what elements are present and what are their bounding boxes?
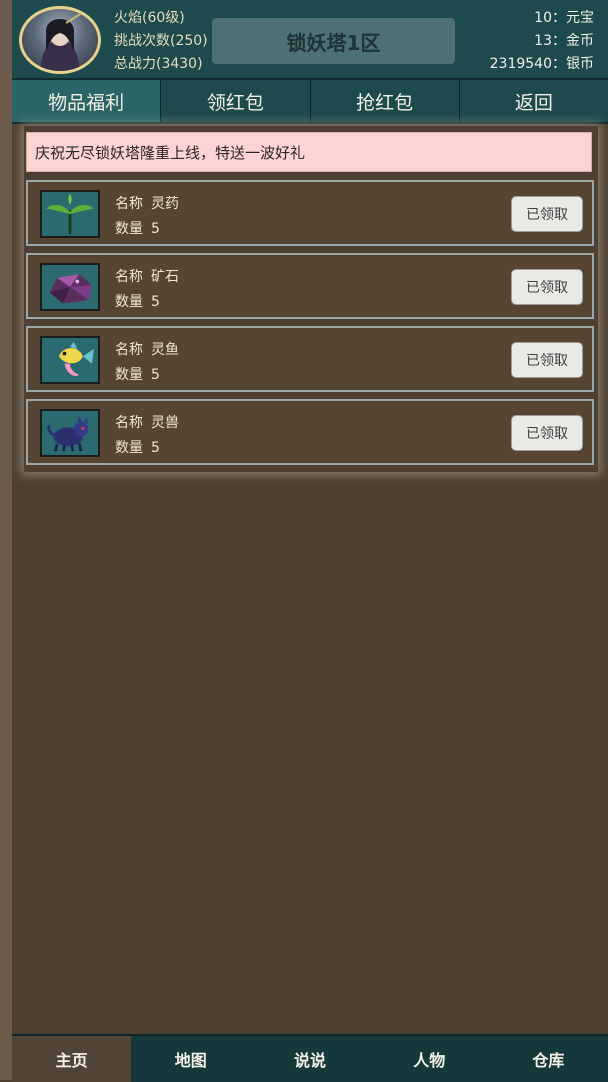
tab-bar: 物品福利 领红包 抢红包 返回: [12, 80, 608, 124]
left-edge-strip: [0, 0, 12, 1080]
item-qty: 5: [151, 294, 160, 310]
item-name-label: 名称: [115, 196, 143, 212]
item-qty: 5: [151, 367, 160, 383]
nav-warehouse[interactable]: 仓库: [489, 1036, 608, 1082]
avatar[interactable]: [19, 6, 101, 74]
total-power: 总战力(3430): [114, 56, 203, 72]
tab-back[interactable]: 返回: [460, 80, 608, 122]
item-name: 灵药: [151, 196, 179, 212]
item-qty-label: 数量: [115, 367, 143, 383]
fish-icon: [40, 336, 100, 384]
herb-icon: [40, 190, 100, 238]
player-name-level: 火焰(60级): [114, 10, 185, 26]
item-name: 矿石: [151, 269, 179, 285]
item-qty-label: 数量: [115, 221, 143, 237]
nav-character[interactable]: 人物: [370, 1036, 489, 1082]
welfare-item-row: 名称 灵鱼 数量 5 已领取: [26, 326, 594, 392]
item-name: 灵兽: [151, 415, 179, 431]
server-title: 锁妖塔1区: [212, 18, 455, 64]
item-qty: 5: [151, 440, 160, 456]
claimed-button[interactable]: 已领取: [511, 196, 583, 232]
tab-item-welfare[interactable]: 物品福利: [12, 80, 162, 122]
tab-claim-red-envelope[interactable]: 领红包: [161, 80, 311, 122]
character-portrait-icon: [40, 12, 83, 71]
notice-banner: 庆祝无尽锁妖塔隆重上线，特送一波好礼: [26, 132, 592, 172]
nav-home[interactable]: 主页: [12, 1036, 132, 1082]
bottom-nav: 主页 地图 说说 人物 仓库: [12, 1034, 608, 1082]
item-name-label: 名称: [115, 342, 143, 358]
item-name: 灵鱼: [151, 342, 179, 358]
item-qty-label: 数量: [115, 440, 143, 456]
claimed-button[interactable]: 已领取: [511, 415, 583, 451]
nav-posts[interactable]: 说说: [250, 1036, 369, 1082]
item-qty: 5: [151, 221, 160, 237]
item-name-label: 名称: [115, 269, 143, 285]
tab-grab-red-envelope[interactable]: 抢红包: [311, 80, 460, 122]
ore-icon: [40, 263, 100, 311]
currency-gold: 13：金币: [534, 33, 594, 49]
currency-yuanbao: 10：元宝: [534, 10, 594, 26]
currency-silver: 2319540：银币: [489, 56, 594, 72]
challenge-count: 挑战次数(250): [114, 33, 208, 49]
claimed-button[interactable]: 已领取: [511, 269, 583, 305]
item-name-label: 名称: [115, 415, 143, 431]
nav-map[interactable]: 地图: [131, 1036, 250, 1082]
item-qty-label: 数量: [115, 294, 143, 310]
claimed-button[interactable]: 已领取: [511, 342, 583, 378]
welfare-item-row: 名称 灵兽 数量 5 已领取: [26, 399, 594, 465]
welfare-item-row: 名称 灵药 数量 5 已领取: [26, 180, 594, 246]
welfare-item-row: 名称 矿石 数量 5 已领取: [26, 253, 594, 319]
beast-icon: [40, 409, 100, 457]
top-header: 火焰(60级) 挑战次数(250) 总战力(3430) 锁妖塔1区 10：元宝 …: [12, 0, 608, 80]
